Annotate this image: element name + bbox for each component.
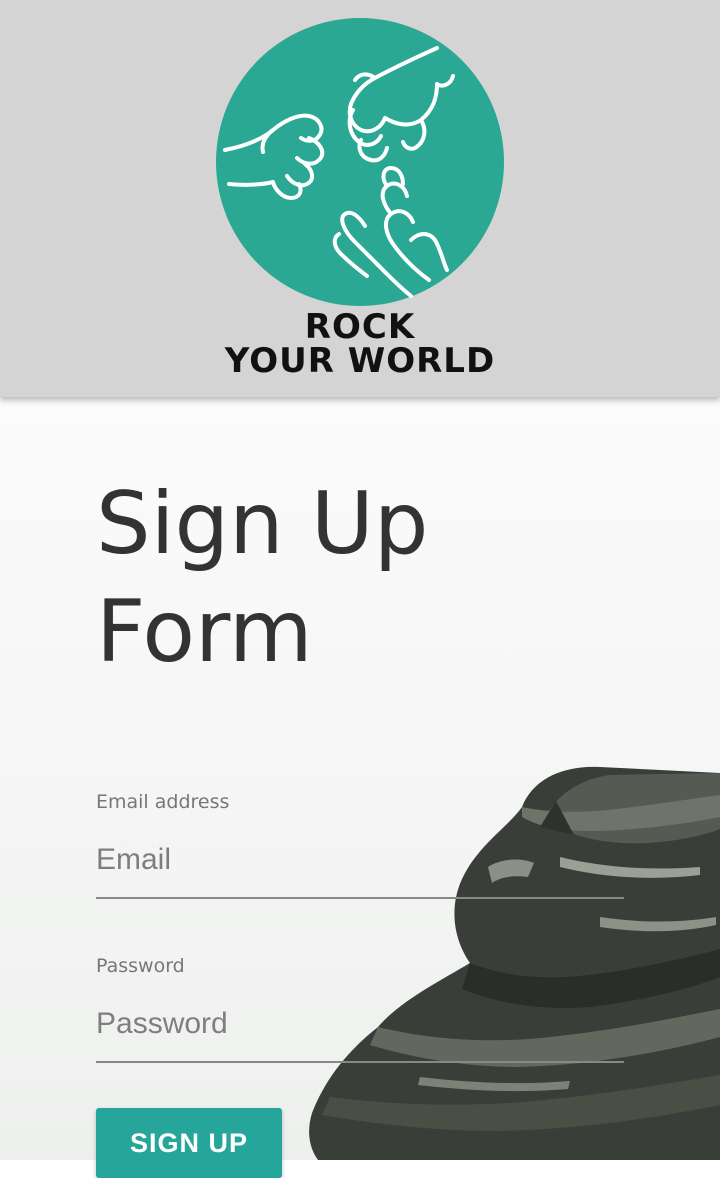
logo-text-your-world: YOUR WORLD bbox=[224, 341, 496, 381]
email-input[interactable] bbox=[96, 843, 624, 899]
password-input[interactable] bbox=[96, 1007, 624, 1063]
password-label: Password bbox=[96, 955, 185, 977]
email-form-group: Email address bbox=[96, 791, 624, 899]
logo-text-rock: ROCK bbox=[304, 307, 416, 347]
email-label: Email address bbox=[96, 791, 230, 813]
sign-up-button[interactable]: SIGN UP bbox=[96, 1108, 282, 1178]
site-header: ROCK YOUR WORLD bbox=[0, 0, 720, 397]
page-title: Sign Up Form bbox=[96, 474, 429, 682]
hands-icon bbox=[216, 18, 504, 306]
password-form-group: Password bbox=[96, 955, 624, 1063]
